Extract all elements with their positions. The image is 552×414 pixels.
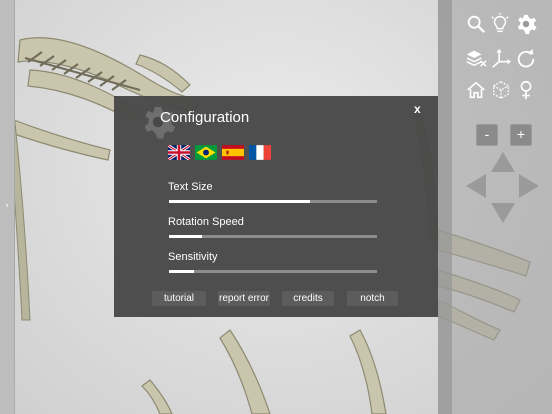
pan-up-arrow[interactable] xyxy=(491,152,515,172)
pan-right-arrow[interactable] xyxy=(519,174,539,198)
sensitivity-slider[interactable] xyxy=(169,270,377,273)
sensitivity-slider-fill xyxy=(169,270,194,273)
text-size-label: Text Size xyxy=(168,181,213,193)
female-icon[interactable] xyxy=(514,78,538,102)
dialog-title: Configuration xyxy=(160,109,250,126)
tutorial-button[interactable]: tutorial xyxy=(152,291,206,306)
uk-flag[interactable] xyxy=(168,145,190,160)
language-flags xyxy=(168,145,271,160)
configuration-dialog: Configuration x Text Size Rotation Speed… xyxy=(114,96,438,317)
france-flag[interactable] xyxy=(249,145,271,160)
search-icon[interactable] xyxy=(464,12,488,36)
left-panel-handle[interactable]: › xyxy=(2,200,12,212)
axes-icon[interactable] xyxy=(489,46,513,70)
pan-left-arrow[interactable] xyxy=(466,174,486,198)
sensitivity-label: Sensitivity xyxy=(168,251,218,263)
spain-flag[interactable] xyxy=(222,145,244,160)
rotation-speed-slider-fill xyxy=(169,235,203,238)
home-icon[interactable] xyxy=(464,78,488,102)
close-button[interactable]: x xyxy=(414,102,421,116)
notch-button[interactable]: notch xyxy=(347,291,398,306)
credits-button[interactable]: credits xyxy=(282,291,334,306)
text-size-slider-fill xyxy=(169,200,311,203)
brazil-flag[interactable] xyxy=(195,145,217,160)
rotate-icon[interactable] xyxy=(514,46,538,70)
text-size-slider[interactable] xyxy=(169,200,377,203)
right-panel-strip[interactable] xyxy=(438,0,452,414)
gear-icon[interactable] xyxy=(514,12,538,36)
zoom-in-button[interactable]: + xyxy=(510,124,532,146)
cube-icon[interactable] xyxy=(489,78,513,102)
layers-icon[interactable] xyxy=(464,46,488,70)
lightbulb-icon[interactable] xyxy=(488,12,512,36)
zoom-out-button[interactable]: - xyxy=(476,124,498,146)
rotation-speed-slider[interactable] xyxy=(169,235,377,238)
pan-down-arrow[interactable] xyxy=(491,203,515,223)
report-error-button[interactable]: report error xyxy=(218,291,270,306)
rotation-speed-label: Rotation Speed xyxy=(168,216,244,228)
left-panel-strip[interactable]: › xyxy=(0,0,15,414)
